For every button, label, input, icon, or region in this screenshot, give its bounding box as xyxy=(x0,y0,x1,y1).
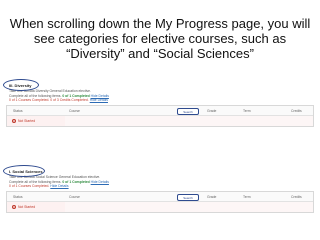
table-row: × Not Started xyxy=(7,116,313,127)
not-started-label: Not Started xyxy=(17,205,36,210)
highlight-oval xyxy=(3,165,45,177)
status-cell: × Not Started xyxy=(7,202,65,213)
course-table: Status Course Search Grade Term Credits … xyxy=(6,105,314,128)
completed-count: 0 of 1 Completed xyxy=(62,179,90,184)
slide-caption: When scrolling down the My Progress page… xyxy=(9,16,311,61)
search-button[interactable]: Search xyxy=(177,107,199,115)
column-course: Course xyxy=(69,195,80,200)
subrequirement-progress: 0 of 1 Courses Completed. 0 of 3 Credits… xyxy=(6,98,314,103)
section-header[interactable]: III. Diversity xyxy=(3,79,314,91)
x-circle-icon: × xyxy=(12,119,16,124)
column-status: Status xyxy=(13,109,23,114)
highlight-oval xyxy=(3,79,39,91)
x-circle-icon: × xyxy=(12,205,16,210)
column-term: Term xyxy=(243,195,251,200)
column-grade: Grade xyxy=(207,195,217,200)
hide-details-link[interactable]: Hide Details xyxy=(90,98,108,102)
completed-count: 0 of 1 Completed xyxy=(62,93,90,98)
hide-details-link[interactable]: Hide Details xyxy=(50,184,68,188)
row-background xyxy=(65,116,313,127)
column-grade: Grade xyxy=(207,109,217,114)
hide-details-link[interactable]: Hide Details xyxy=(91,180,109,184)
search-button[interactable]: Search xyxy=(177,193,199,201)
table-header: Status Course Search Grade Term Credits xyxy=(7,106,313,117)
subrequirement-status: 0 of 1 Courses Completed. 0 of 3 Credits… xyxy=(9,98,89,103)
column-status: Status xyxy=(13,195,23,200)
hide-details-link[interactable]: Hide Details xyxy=(91,94,109,98)
table-header: Status Course Search Grade Term Credits xyxy=(7,192,313,203)
column-course: Course xyxy=(69,109,80,114)
requirement-section-social-sciences: I. Social Sciences Take one Juniata Soci… xyxy=(3,165,314,214)
row-background xyxy=(65,202,313,213)
subrequirement-progress: 0 of 1 Courses Completed. Hide Details xyxy=(6,184,314,189)
column-term: Term xyxy=(243,109,251,114)
column-credits: Credits xyxy=(291,109,302,114)
column-credits: Credits xyxy=(291,195,302,200)
requirement-section-diversity: III. Diversity Take one Juniata Diversit… xyxy=(3,79,314,128)
not-started-label: Not Started xyxy=(17,119,36,124)
status-cell: × Not Started xyxy=(7,116,65,127)
course-table: Status Course Search Grade Term Credits … xyxy=(6,191,314,214)
section-header[interactable]: I. Social Sciences xyxy=(3,165,314,177)
table-row: × Not Started xyxy=(7,202,313,213)
subrequirement-status: 0 of 1 Courses Completed. xyxy=(9,184,50,189)
